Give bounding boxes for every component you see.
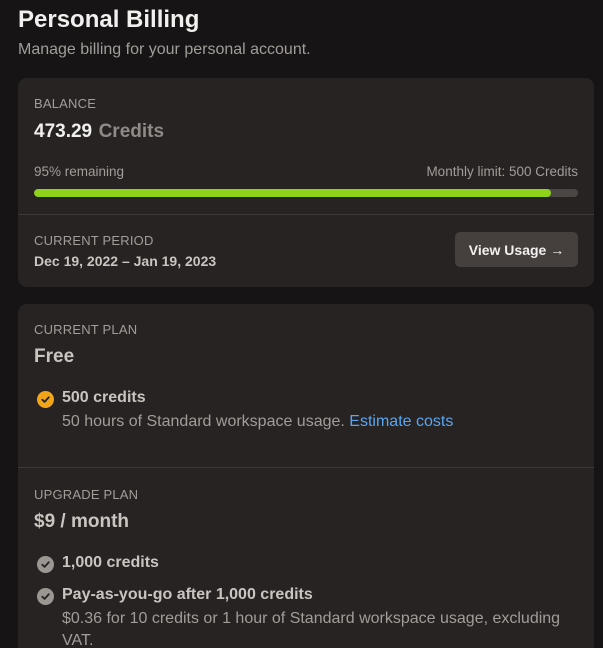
balance-label: BALANCE <box>34 96 97 111</box>
plan-card: CURRENT PLAN Free 500 credits 50 hours o… <box>18 304 594 648</box>
page-title: Personal Billing <box>18 6 200 33</box>
check-circle-icon <box>37 556 54 573</box>
upgrade-feature-title: Pay-as-you-go after 1,000 credits <box>62 586 313 603</box>
check-circle-icon <box>37 391 54 408</box>
estimate-costs-link[interactable]: Estimate costs <box>349 413 453 430</box>
current-period-label: CURRENT PERIOD <box>34 233 154 248</box>
current-plan-feature-title: 500 credits <box>62 389 146 406</box>
upgrade-feature-title: 1,000 credits <box>62 554 159 571</box>
view-usage-button[interactable]: View Usage → <box>455 232 578 267</box>
check-circle-icon <box>37 588 54 605</box>
current-plan-feature-desc: 50 hours of Standard workspace usage. Es… <box>62 411 453 433</box>
balance-card: BALANCE 473.29 Credits 95% remaining Mon… <box>18 78 594 287</box>
balance-progress-bar <box>34 189 578 197</box>
feature-desc-text: 50 hours of Standard workspace usage. <box>62 413 345 430</box>
upgrade-plan-label: UPGRADE PLAN <box>34 487 139 502</box>
balance-progress-fill <box>34 189 551 197</box>
balance-value: 473.29 <box>34 121 93 142</box>
upgrade-feature-desc: $0.36 for 10 credits or 1 hour of Standa… <box>62 610 561 648</box>
billing-page: Personal Billing Manage billing for your… <box>0 0 603 648</box>
balance-unit: Credits <box>98 121 165 142</box>
upgrade-plan-price: $9 / month <box>34 511 130 532</box>
page-subtitle: Manage billing for your personal account… <box>18 41 311 58</box>
current-plan-name: Free <box>34 346 75 367</box>
remaining-text: 95% remaining <box>34 164 125 179</box>
current-period-dates: Dec 19, 2022 – Jan 19, 2023 <box>34 253 217 269</box>
current-plan-label: CURRENT PLAN <box>34 322 138 337</box>
balance-amount: 473.29 Credits <box>34 121 164 143</box>
monthly-limit-text: Monthly limit: 500 Credits <box>426 164 578 179</box>
divider <box>18 214 594 215</box>
divider <box>18 467 594 468</box>
